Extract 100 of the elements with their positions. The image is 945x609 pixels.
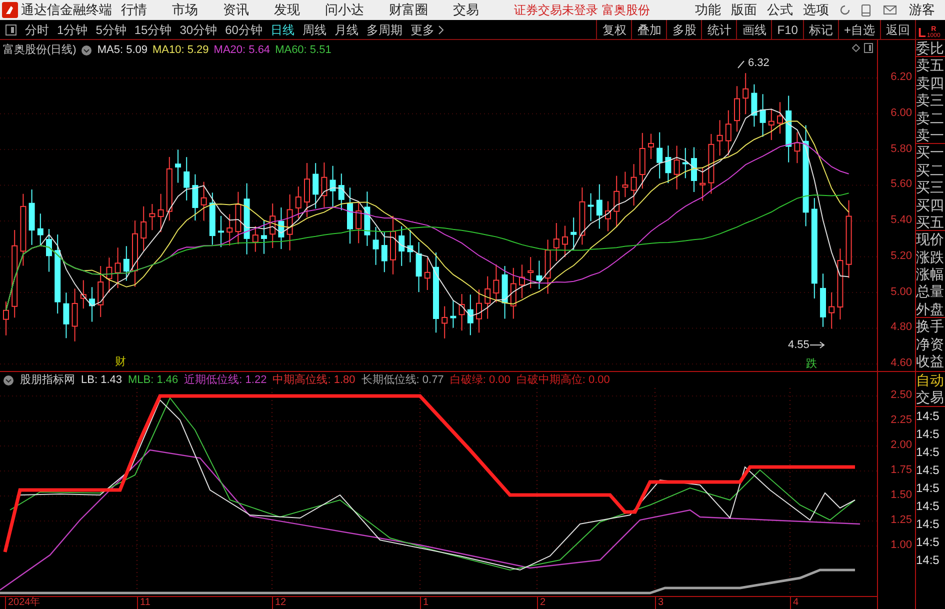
quote-field-label: 卖五 bbox=[916, 57, 945, 75]
menu-item[interactable]: 行情 bbox=[121, 0, 147, 20]
price-axis-label: 5.60 bbox=[890, 179, 912, 190]
low-price-label: 4.55 bbox=[788, 338, 810, 353]
period-tab[interactable]: 15分钟 bbox=[130, 20, 176, 38]
indicator-axis-label: 2.00 bbox=[890, 440, 912, 451]
menu-item[interactable]: 交易 bbox=[453, 0, 479, 20]
quote-field-label: 外盘 bbox=[916, 300, 945, 318]
ma-value: MA60: 5.51 bbox=[275, 43, 332, 58]
period-tab[interactable]: 1分钟 bbox=[53, 20, 92, 38]
indicator-axis-label: 2.50 bbox=[890, 390, 912, 401]
panel-icon[interactable] bbox=[864, 43, 873, 53]
indicator-axis-label: 1.50 bbox=[890, 490, 912, 501]
date-axis-label: 12 bbox=[272, 597, 286, 609]
high-price-label: 6.32 bbox=[748, 56, 770, 71]
trade-time: 14:5 bbox=[916, 552, 940, 569]
indicator-value: 白破中期高位: 0.00 bbox=[516, 372, 610, 388]
quote-field-label: 卖四 bbox=[916, 74, 945, 92]
date-axis-label: 4 bbox=[790, 597, 799, 609]
menu-item[interactable]: 公式 bbox=[767, 0, 793, 20]
tool-button[interactable]: F10 bbox=[771, 20, 803, 39]
quote-field-label: 买五 bbox=[916, 214, 945, 232]
quote-field-label: 收益 bbox=[916, 353, 945, 370]
trade-time: 14:5 bbox=[916, 408, 940, 425]
tool-button[interactable]: 画线 bbox=[736, 20, 772, 39]
event-marker[interactable]: 跌 bbox=[806, 359, 817, 370]
chart-title: 富奥股份(日线) bbox=[3, 42, 76, 58]
trade-time: 14:5 bbox=[916, 498, 940, 515]
tool-button[interactable]: 复权 bbox=[596, 20, 632, 39]
stock-link[interactable]: 富奥股份 bbox=[602, 1, 650, 19]
menu-item[interactable]: 发现 bbox=[274, 0, 300, 20]
tool-button[interactable]: 多股 bbox=[666, 20, 702, 39]
trade-time: 14:5 bbox=[916, 444, 940, 461]
indicator-axis-label: 1.00 bbox=[890, 540, 912, 551]
menu-item[interactable]: 财富圈 bbox=[389, 0, 428, 20]
mail-icon[interactable] bbox=[883, 5, 897, 15]
quote-field-label: 买三 bbox=[916, 179, 945, 197]
menu-item[interactable]: 资讯 bbox=[223, 0, 249, 20]
quote-field-label: 委比 bbox=[916, 40, 945, 58]
quote-field-label: 总量 bbox=[916, 283, 945, 301]
event-marker[interactable]: 财 bbox=[115, 357, 126, 368]
indicator-value: 中期高位线: 1.80 bbox=[272, 372, 356, 388]
logo-letter: L bbox=[918, 26, 926, 39]
low-marker-arrow bbox=[810, 342, 825, 348]
date-axis-label: 11 bbox=[137, 597, 150, 609]
quote-field-label: 买二 bbox=[916, 162, 945, 180]
trade-time: 14:5 bbox=[916, 462, 940, 479]
period-tab[interactable]: 5分钟 bbox=[92, 20, 130, 38]
quote-field-label: 卖二 bbox=[916, 110, 945, 127]
date-axis-label: 2 bbox=[537, 597, 546, 609]
menu-item[interactable]: 问小达 bbox=[325, 0, 364, 20]
indicator-axis-label: 2.25 bbox=[890, 415, 912, 426]
menu-item[interactable]: 市场 bbox=[172, 0, 198, 20]
menu-item[interactable]: 版面 bbox=[731, 0, 757, 20]
quote-field-label: 买一 bbox=[916, 144, 945, 162]
quote-field-label: 卖三 bbox=[916, 92, 945, 110]
period-tab[interactable]: 分时 bbox=[21, 20, 53, 38]
date-axis-label: 1 bbox=[420, 597, 429, 609]
trade-time: 14:5 bbox=[916, 516, 940, 533]
period-tab[interactable]: 周线 bbox=[298, 20, 330, 38]
tool-button[interactable]: 返回 bbox=[880, 20, 915, 39]
trade-time: 14:5 bbox=[916, 534, 940, 551]
price-axis-label: 4.60 bbox=[890, 358, 912, 369]
app-logo-icon bbox=[2, 2, 18, 18]
login-notice[interactable]: 证券交易未登录 bbox=[514, 1, 598, 19]
refresh-icon[interactable] bbox=[839, 4, 851, 16]
chevron-right-icon[interactable] bbox=[438, 24, 444, 34]
period-tab[interactable]: 日线 bbox=[266, 20, 298, 38]
period-tab[interactable]: 更多 bbox=[406, 20, 438, 38]
indicator-value: 白破绿: 0.00 bbox=[450, 372, 510, 388]
menu-item[interactable]: 功能 bbox=[695, 0, 721, 20]
menu-item[interactable]: 选项 bbox=[803, 0, 829, 20]
tool-button[interactable]: 统计 bbox=[701, 20, 736, 39]
price-axis-label: 5.20 bbox=[890, 250, 912, 262]
tool-button[interactable]: 叠加 bbox=[631, 20, 666, 39]
dropdown-icon[interactable] bbox=[81, 44, 92, 56]
diamond-icon[interactable] bbox=[852, 44, 860, 52]
phone-icon[interactable] bbox=[861, 4, 871, 16]
trade-time: 14:5 bbox=[916, 480, 940, 497]
dropdown-icon[interactable] bbox=[3, 374, 14, 386]
tool-button[interactable]: +自选 bbox=[838, 20, 880, 39]
quote-field-label: 买四 bbox=[916, 196, 945, 214]
period-tab[interactable]: 月线 bbox=[330, 20, 362, 38]
tool-button[interactable]: 标记 bbox=[802, 20, 838, 39]
price-axis-label: 5.40 bbox=[890, 215, 912, 226]
trade-time: 14:5 bbox=[916, 426, 940, 443]
auto-mode-label[interactable]: 自动 bbox=[916, 372, 945, 389]
indicator-value: MLB: 1.46 bbox=[128, 372, 178, 388]
date-axis-label: 3 bbox=[655, 597, 664, 609]
quote-field-label: 净资 bbox=[916, 336, 945, 354]
indicator-axis-label: 1.25 bbox=[890, 515, 912, 526]
price-axis-label: 5.80 bbox=[890, 144, 912, 154]
price-axis-label: 6.20 bbox=[890, 72, 912, 83]
period-tab[interactable]: 多周期 bbox=[362, 20, 406, 38]
period-tab[interactable]: 60分钟 bbox=[221, 20, 266, 38]
price-axis-label: 4.80 bbox=[890, 322, 912, 334]
ma-value: MA5: 5.09 bbox=[97, 43, 148, 58]
user-label[interactable]: 游客 bbox=[909, 0, 935, 20]
period-tab[interactable]: 30分钟 bbox=[176, 20, 222, 38]
panel-toggle-icon[interactable] bbox=[5, 24, 17, 36]
